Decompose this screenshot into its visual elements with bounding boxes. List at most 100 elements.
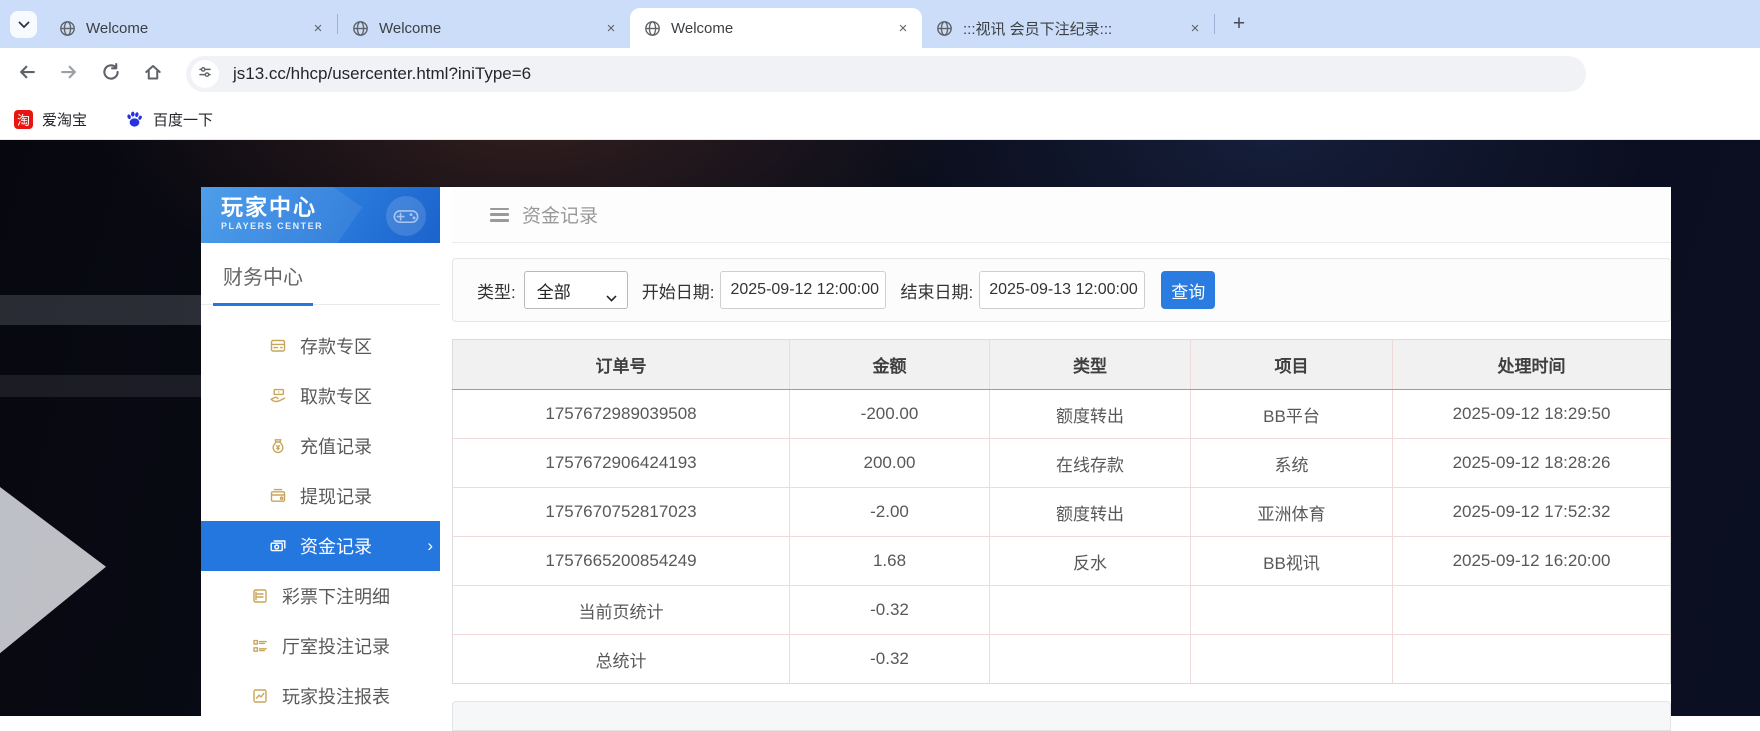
- browser-tab-strip: Welcome×Welcome×Welcome×:::视讯 会员下注纪录:::×…: [0, 0, 1760, 48]
- hamburger-icon[interactable]: [490, 208, 509, 222]
- table-cell: -200.00: [790, 390, 990, 439]
- bookmark-label: 爱淘宝: [42, 109, 87, 130]
- start-date-label: 开始日期:: [642, 278, 715, 303]
- table-cell: BB视讯: [1191, 537, 1393, 586]
- table-row: 1757672906424193200.00在线存款系统2025-09-12 1…: [453, 439, 1671, 488]
- end-date-input[interactable]: [979, 271, 1145, 309]
- tab-close-icon[interactable]: ×: [602, 19, 620, 37]
- player-report-icon: [251, 687, 269, 705]
- background-streak: [0, 295, 201, 325]
- tab-close-icon[interactable]: ×: [1186, 19, 1204, 37]
- background-triangle: [0, 478, 106, 663]
- sidebar-menu: 存款专区›取款专区›充值记录›提现记录›资金记录›彩票下注明细›厅室投注记录›玩…: [201, 321, 440, 721]
- withdrawal-record-icon: [269, 487, 287, 505]
- table-cell: [1393, 586, 1671, 635]
- table-cell: 200.00: [790, 439, 990, 488]
- deposit-icon: [269, 337, 287, 355]
- table-cell: [990, 586, 1191, 635]
- sidebar-item-1[interactable]: 存款专区›: [201, 321, 440, 371]
- tab[interactable]: Welcome×: [338, 8, 630, 48]
- url-text: js13.cc/hhcp/usercenter.html?iniType=6: [233, 64, 531, 84]
- tab[interactable]: Welcome ×: [45, 8, 337, 48]
- baidu-paw-icon: [125, 110, 144, 129]
- page-title: 资金记录: [522, 201, 598, 228]
- sidebar-item-label: 彩票下注明细: [282, 583, 390, 609]
- forward-button[interactable]: [52, 57, 86, 91]
- type-select[interactable]: 全部: [524, 271, 628, 309]
- sidebar-item-label: 厅室投注记录: [282, 633, 390, 659]
- table-cell: 亚洲体育: [1191, 488, 1393, 537]
- table-cell: 在线存款: [990, 439, 1191, 488]
- sidebar-item-2[interactable]: 取款专区›: [201, 371, 440, 421]
- tab-title: Welcome: [671, 20, 888, 37]
- sidebar-item-4[interactable]: 提现记录›: [201, 471, 440, 521]
- table-header-row: 订单号金额类型项目处理时间: [453, 340, 1671, 390]
- column-header: 类型: [990, 340, 1191, 390]
- table-cell: 2025-09-12 18:29:50: [1393, 390, 1671, 439]
- bookmarks-bar: 淘 爱淘宝 百度一下: [0, 100, 1760, 140]
- sidebar-item-8[interactable]: 玩家投注报表›: [201, 671, 440, 721]
- globe-favicon-icon: [59, 20, 76, 37]
- sidebar-item-5[interactable]: 资金记录 ›: [201, 521, 440, 571]
- table-cell: -0.32: [790, 586, 990, 635]
- table-cell: BB平台: [1191, 390, 1393, 439]
- tab-search-button[interactable]: [10, 11, 37, 38]
- hall-bet-icon: [251, 637, 269, 655]
- sidebar-item-label: 玩家投注报表: [282, 683, 390, 709]
- table-cell: 2025-09-12 17:52:32: [1393, 488, 1671, 537]
- tab-close-icon[interactable]: ×: [894, 19, 912, 37]
- new-tab-button[interactable]: +: [1225, 10, 1253, 38]
- tab-close-icon[interactable]: ×: [309, 19, 327, 37]
- content-header: 资金记录: [452, 187, 1671, 243]
- background-streak: [0, 375, 201, 397]
- start-date-input[interactable]: [720, 271, 886, 309]
- table-cell: 当前页统计: [453, 586, 790, 635]
- table-cell: [1191, 586, 1393, 635]
- search-button[interactable]: 查询: [1161, 271, 1215, 309]
- table-row: 1757672989039508-200.00额度转出BB平台2025-09-1…: [453, 390, 1671, 439]
- tab-active[interactable]: Welcome ×: [630, 8, 922, 48]
- sidebar-item-6[interactable]: 彩票下注明细›: [201, 571, 440, 621]
- back-arrow-icon: [17, 62, 37, 87]
- table-cell: [1393, 635, 1671, 684]
- sidebar-item-3[interactable]: 充值记录›: [201, 421, 440, 471]
- bookmark-baidu[interactable]: 百度一下: [125, 109, 213, 130]
- sidebar-item-label: 取款专区: [300, 383, 372, 409]
- gamepad-icon: [386, 196, 426, 236]
- chevron-right-icon: ›: [427, 536, 433, 556]
- globe-favicon-icon: [644, 20, 661, 37]
- withdraw-icon: [269, 387, 287, 405]
- address-bar[interactable]: js13.cc/hhcp/usercenter.html?iniType=6: [186, 56, 1586, 92]
- tab-title: Welcome: [86, 20, 303, 37]
- sidebar-item-7[interactable]: 厅室投注记录›: [201, 621, 440, 671]
- tab-title: :::视讯 会员下注纪录:::: [963, 18, 1180, 39]
- sidebar-section-title: 财务中心: [201, 261, 440, 305]
- home-button[interactable]: [136, 57, 170, 91]
- app-wrapper: 玩家中心 PLAYERS CENTER 财务中心 存款专区›取款专区›充值记录›…: [201, 187, 1671, 716]
- filter-panel: 类型: 全部 开始日期: 结束日期: 查询: [452, 258, 1671, 322]
- sidebar-item-label: 充值记录: [300, 433, 372, 459]
- reload-button[interactable]: [94, 57, 128, 91]
- site-settings-chip[interactable]: [191, 60, 219, 88]
- chevron-down-icon: [18, 16, 30, 34]
- type-select-value: 全部: [537, 278, 606, 303]
- sidebar: 玩家中心 PLAYERS CENTER 财务中心 存款专区›取款专区›充值记录›…: [201, 187, 440, 716]
- column-header: 项目: [1191, 340, 1393, 390]
- table-cell: [1191, 635, 1393, 684]
- back-button[interactable]: [10, 57, 44, 91]
- column-header: 订单号: [453, 340, 790, 390]
- column-header: 金额: [790, 340, 990, 390]
- tab[interactable]: :::视讯 会员下注纪录:::×: [922, 8, 1214, 48]
- table-row: 总统计-0.32: [453, 635, 1671, 684]
- funds-table-panel: 订单号金额类型项目处理时间 1757672989039508-200.00额度转…: [452, 339, 1671, 684]
- type-label: 类型:: [477, 278, 516, 303]
- browser-toolbar: js13.cc/hhcp/usercenter.html?iniType=6: [0, 48, 1760, 100]
- forward-arrow-icon: [59, 62, 79, 87]
- table-cell: 额度转出: [990, 390, 1191, 439]
- table-cell: 1757670752817023: [453, 488, 790, 537]
- bookmark-aitaobao[interactable]: 淘 爱淘宝: [14, 109, 87, 130]
- table-row: 1757670752817023-2.00额度转出亚洲体育2025-09-12 …: [453, 488, 1671, 537]
- funds-record-icon: [269, 537, 287, 555]
- funds-table: 订单号金额类型项目处理时间 1757672989039508-200.00额度转…: [452, 339, 1671, 684]
- sidebar-item-label: 资金记录: [300, 533, 372, 559]
